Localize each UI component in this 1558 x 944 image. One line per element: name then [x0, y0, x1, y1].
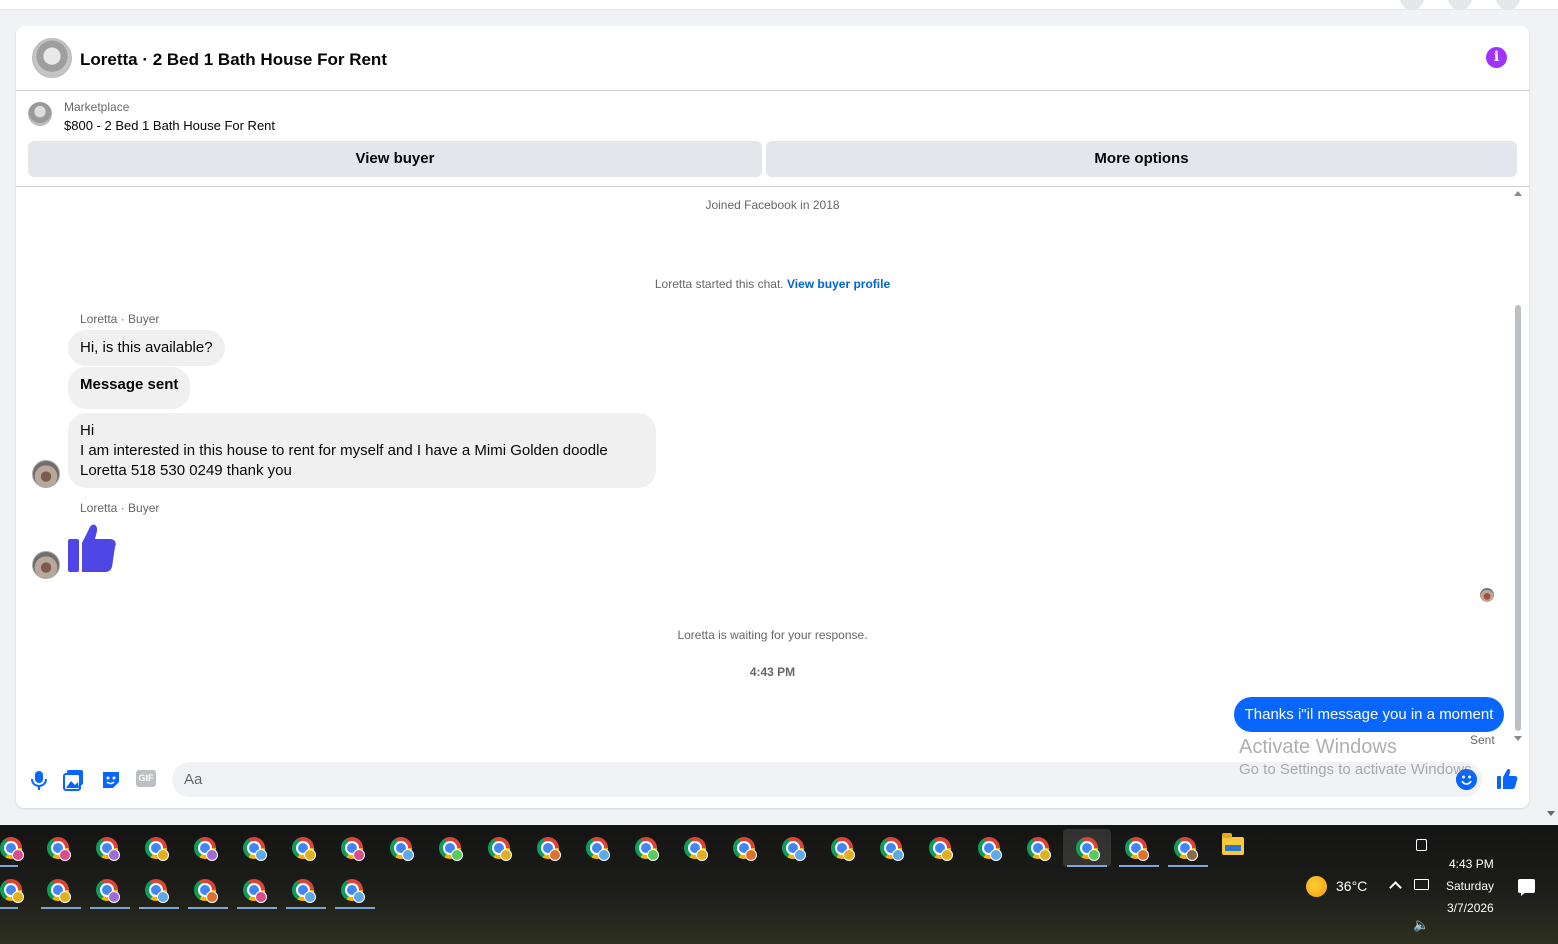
scroll-down-arrow[interactable] [1514, 736, 1522, 741]
taskbar-chrome-app[interactable] [135, 829, 177, 867]
listing-category: Marketplace [64, 100, 130, 114]
thumbs-up-icon[interactable] [66, 523, 118, 573]
taskbar-chrome-app[interactable] [184, 829, 226, 867]
microphone-icon[interactable] [28, 769, 50, 791]
notification-center-icon[interactable] [1518, 879, 1535, 896]
page-scroll-down-arrow[interactable] [1547, 811, 1555, 816]
taskbar-chrome-app[interactable] [968, 829, 1010, 867]
clock-day[interactable]: Saturday [1446, 879, 1494, 893]
taskbar-chrome-app[interactable] [772, 829, 814, 867]
message-timestamp: 4:43 PM [749, 665, 796, 679]
message-bubble[interactable]: Hi I am interested in this house to rent… [68, 413, 656, 488]
weather-sun-icon[interactable] [1306, 876, 1327, 897]
message-line: Hi [80, 422, 95, 439]
taskbar-chrome-app[interactable] [37, 829, 79, 867]
chat-started-notice: Loretta started this chat. View buyer pr… [16, 277, 1529, 291]
message-status: Sent [1470, 733, 1495, 747]
taskbar-chrome-app[interactable] [282, 871, 326, 909]
listing-avatar[interactable] [32, 38, 72, 78]
taskbar-chrome-app[interactable] [233, 829, 275, 867]
taskbar-chrome-app[interactable] [0, 871, 32, 909]
scroll-thumb[interactable] [1515, 305, 1521, 731]
outgoing-message-bubble[interactable]: Thanks i"il message you in a moment [1234, 697, 1504, 732]
buyer-avatar[interactable] [32, 460, 60, 488]
read-receipt-avatar [1480, 588, 1494, 602]
view-buyer-button[interactable]: View buyer [28, 141, 762, 177]
chat-header: Loretta · 2 Bed 1 Bath House For Rent i [16, 26, 1529, 91]
taskbar-chrome-app[interactable] [723, 829, 765, 867]
photo-icon[interactable] [63, 769, 85, 791]
gif-icon[interactable]: GIF [136, 770, 156, 787]
toolbar-button-ghost[interactable] [1400, 0, 1424, 10]
taskbar-chrome-app[interactable] [478, 829, 520, 867]
waiting-notice: Loretta is waiting for your response. [677, 628, 868, 642]
taskbar-chrome-app[interactable] [821, 829, 863, 867]
chat-started-text: Loretta started this chat. [654, 277, 784, 291]
meet-now-icon[interactable] [1416, 839, 1427, 851]
taskbar-chrome-app[interactable] [527, 829, 569, 867]
view-buyer-profile-link[interactable]: View buyer profile [787, 277, 890, 291]
listing-thumbnail [28, 102, 52, 126]
joined-facebook-text: Joined Facebook in 2018 [705, 198, 840, 212]
taskbar-chrome-app[interactable] [233, 871, 277, 909]
more-options-button[interactable]: More options [766, 141, 1517, 177]
browser-top-strip [0, 0, 1558, 10]
message-bubble[interactable]: Message sent [68, 367, 191, 409]
taskbar-chrome-app[interactable] [429, 829, 471, 867]
message-thread: Joined Facebook in 2018 Loretta started … [16, 187, 1529, 762]
chat-title[interactable]: Loretta · 2 Bed 1 Bath House For Rent [80, 50, 387, 70]
sender-label: Loretta · Buyer [80, 312, 160, 326]
chat-panel: Loretta · 2 Bed 1 Bath House For Rent i … [16, 26, 1529, 808]
like-icon[interactable] [1496, 768, 1518, 790]
toolbar-button-ghost[interactable] [1448, 0, 1472, 10]
taskbar-chrome-app[interactable] [576, 829, 618, 867]
sticker-icon[interactable] [100, 769, 122, 791]
taskbar-chrome-app[interactable] [1017, 829, 1059, 867]
info-icon[interactable]: i [1486, 47, 1507, 68]
message-line: Loretta 518 530 0249 thank you [80, 462, 292, 479]
taskbar-chrome-app[interactable] [625, 829, 667, 867]
taskbar-chrome-app[interactable] [380, 829, 422, 867]
buyer-avatar[interactable] [32, 551, 60, 579]
thread-scrollbar[interactable] [1511, 187, 1525, 762]
taskbar-chrome-app[interactable] [1115, 829, 1159, 867]
listing-title: $800 - 2 Bed 1 Bath House For Rent [64, 118, 276, 133]
taskbar-chrome-app[interactable] [86, 871, 130, 909]
sender-label: Loretta · Buyer [80, 501, 160, 515]
weather-temperature[interactable]: 36°C [1336, 878, 1367, 894]
clock-time[interactable]: 4:43 PM [1449, 857, 1494, 871]
clock-date[interactable]: 3/7/2026 [1447, 901, 1494, 915]
taskbar-chrome-app[interactable] [282, 829, 324, 867]
taskbar-chrome-app[interactable] [0, 829, 32, 867]
activate-windows-subtitle: Go to Settings to activate Windows. [1239, 761, 1476, 778]
taskbar-chrome-app[interactable] [184, 871, 228, 909]
message-bubble[interactable]: Hi, is this available? [68, 330, 225, 366]
taskbar-chrome-app[interactable] [674, 829, 716, 867]
taskbar-chrome-app[interactable] [331, 829, 373, 867]
taskbar: 36°C 🔈 4:43 PM Saturday 3/7/2026 [0, 825, 1558, 944]
network-icon[interactable] [1414, 879, 1429, 890]
taskbar-chrome-app-active[interactable] [1063, 829, 1111, 867]
activate-windows-title: Activate Windows [1239, 736, 1397, 758]
taskbar-chrome-app[interactable] [1164, 829, 1208, 867]
taskbar-chrome-app[interactable] [135, 871, 179, 909]
taskbar-chrome-app[interactable] [331, 871, 375, 909]
volume-icon[interactable]: 🔈 [1413, 917, 1429, 933]
file-explorer-icon[interactable] [1222, 833, 1244, 855]
profile-avatar-ghost[interactable] [1496, 0, 1520, 10]
show-hidden-icons-chevron-icon[interactable] [1389, 881, 1402, 894]
taskbar-chrome-app[interactable] [870, 829, 912, 867]
taskbar-chrome-app[interactable] [37, 871, 81, 909]
message-line: I am interested in this house to rent fo… [80, 442, 608, 459]
taskbar-chrome-app[interactable] [86, 829, 128, 867]
scroll-up-arrow[interactable] [1514, 191, 1522, 196]
taskbar-chrome-app[interactable] [919, 829, 961, 867]
